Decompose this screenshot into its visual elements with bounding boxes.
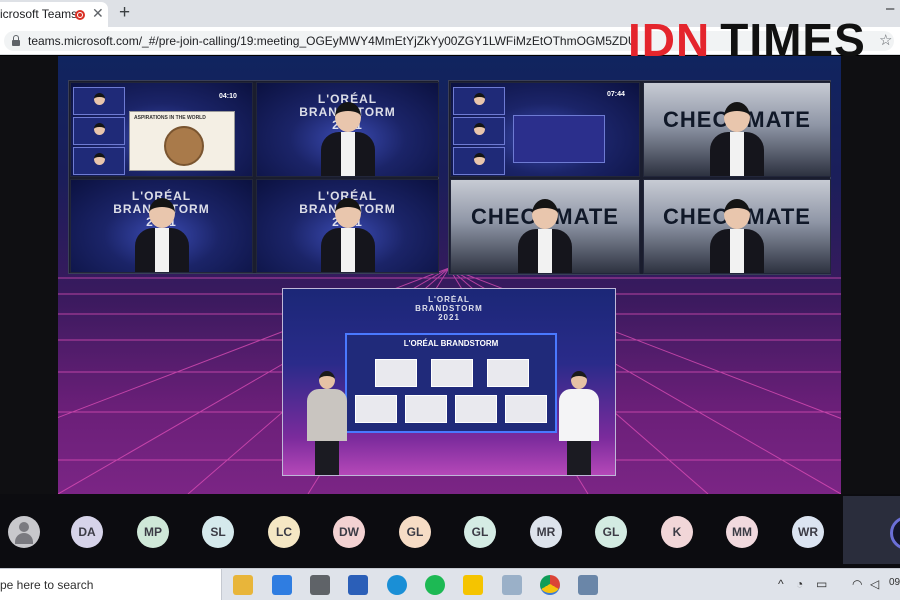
participant-avatar[interactable]: MP xyxy=(137,516,169,548)
anonymous-avatar-icon[interactable] xyxy=(8,516,40,548)
participant-avatar[interactable]: K xyxy=(661,516,693,548)
participant-person xyxy=(518,195,572,273)
countdown-timer: 07:44 xyxy=(607,91,625,98)
sticky-notes-icon[interactable] xyxy=(463,575,483,595)
file-explorer-icon[interactable] xyxy=(233,575,253,595)
tray-chevron-icon[interactable]: ^ xyxy=(778,577,784,591)
windows-taskbar: pe here to search ^ ◔ ▭ ◠ ◁ 09 xyxy=(0,568,900,600)
participant-avatar[interactable]: SL xyxy=(202,516,234,548)
participant-person xyxy=(710,98,764,176)
participant-avatar[interactable]: DA xyxy=(71,516,103,548)
self-view-tile[interactable] xyxy=(843,496,900,564)
participant-avatar[interactable]: WR xyxy=(792,516,824,548)
slide-title: ASPIRATIONS IN THE WORLD xyxy=(134,115,206,121)
participant-person xyxy=(134,194,189,272)
participant-avatar[interactable]: GL xyxy=(464,516,496,548)
taskbar-search-box[interactable]: pe here to search xyxy=(0,569,222,600)
participant-avatar[interactable]: MR xyxy=(530,516,562,548)
screen-brand-text: L'ORÉAL BRANDSTORM xyxy=(403,339,499,348)
presentation-slide: ASPIRATIONS IN THE WORLD xyxy=(129,111,235,171)
tab-title: icrosoft Teams xyxy=(0,7,78,21)
meeting-stage: ASPIRATIONS IN THE WORLD 04:10 L'ORÉALBR… xyxy=(0,56,900,494)
search-placeholder: pe here to search xyxy=(0,578,94,592)
participant-avatar[interactable]: DW xyxy=(333,516,365,548)
female-host xyxy=(559,371,599,475)
thumbnail-participant xyxy=(453,147,505,175)
team-photo xyxy=(505,395,547,423)
participant-avatar[interactable]: MM xyxy=(726,516,758,548)
lark-icon[interactable] xyxy=(272,575,292,595)
spotify-icon[interactable] xyxy=(425,575,445,595)
participant-avatar[interactable]: LC xyxy=(268,516,300,548)
participant-video-tile: CHECKMATE xyxy=(450,179,640,274)
edge-icon[interactable] xyxy=(387,575,407,595)
paint-icon[interactable] xyxy=(502,575,522,595)
participant-video-tile: L'ORÉALBRANDSTORM2021 xyxy=(70,179,253,273)
finalists-screen: L'ORÉAL BRANDSTORM xyxy=(345,333,557,433)
url-text[interactable]: teams.microsoft.com/_#/pre-join-calling/… xyxy=(28,34,636,48)
self-avatar-icon xyxy=(890,516,900,550)
team-photo xyxy=(405,395,447,423)
tray-battery-icon[interactable]: ▭ xyxy=(816,577,827,591)
presentation-tile: ASPIRATIONS IN THE WORLD 04:10 xyxy=(70,82,253,177)
clock-text[interactable]: 09 xyxy=(889,577,900,588)
participant-person xyxy=(710,195,764,273)
host-video-feed: L'ORÉAL BRANDSTORM 2021 L'ORÉAL BRANDSTORM xyxy=(282,288,616,476)
team-panel-right: 07:44 CHECKMATE CHECKMATE CHECKMATE xyxy=(448,80,831,275)
thumbnail-participant xyxy=(453,117,505,145)
team-panel-left: ASPIRATIONS IN THE WORLD 04:10 L'ORÉALBR… xyxy=(68,80,439,274)
new-tab-button[interactable]: + xyxy=(119,2,130,24)
participant-video-tile: CHECKMATE xyxy=(643,82,831,177)
thumbnail-participant xyxy=(73,117,125,145)
participant-person xyxy=(320,194,375,272)
participant-avatar[interactable]: GL xyxy=(399,516,431,548)
team-photo xyxy=(455,395,497,423)
brandstorm-backdrop-text: L'ORÉALBRANDSTORM2021 xyxy=(415,295,483,322)
word-icon[interactable] xyxy=(348,575,368,595)
lock-icon[interactable] xyxy=(12,35,20,46)
male-host xyxy=(307,371,347,475)
tray-wifi-icon[interactable]: ◠ xyxy=(852,577,862,591)
tab-close-icon[interactable]: ✕ xyxy=(92,5,104,22)
participant-person xyxy=(320,98,375,176)
participant-video-tile: L'ORÉALBRANDSTORM2021 xyxy=(256,179,439,273)
participant-avatar[interactable]: GL xyxy=(595,516,627,548)
team-photo xyxy=(487,359,529,387)
globe-image xyxy=(164,126,204,166)
team-photo xyxy=(355,395,397,423)
teams-tab[interactable]: icrosoft Teams ✕ xyxy=(0,2,108,27)
team-photo xyxy=(375,359,417,387)
participant-video-tile: L'ORÉALBRANDSTORM2021 xyxy=(256,82,439,177)
team-photo xyxy=(431,359,473,387)
store-icon[interactable] xyxy=(310,575,330,595)
tray-volume-icon[interactable]: ◁ xyxy=(870,577,879,591)
presentation-tile: 07:44 xyxy=(450,82,640,177)
thumbnail-participant xyxy=(73,87,125,115)
minimize-window-icon[interactable]: – xyxy=(886,0,894,17)
teams-file-icon[interactable] xyxy=(578,575,598,595)
tray-network-icon[interactable]: ◔ xyxy=(796,577,803,591)
participant-video-tile: CHECKMATE xyxy=(643,179,831,274)
stage-thumbnail xyxy=(513,115,605,163)
shared-video-feed: ASPIRATIONS IN THE WORLD 04:10 L'ORÉALBR… xyxy=(58,56,841,494)
recording-icon xyxy=(75,10,85,20)
countdown-timer: 04:10 xyxy=(219,93,237,100)
participant-bar: DA MP SL LC DW GL GL MR GL K MM WR xyxy=(0,494,900,568)
chrome-icon[interactable] xyxy=(540,575,560,595)
thumbnail-participant xyxy=(73,147,125,175)
thumbnail-participant xyxy=(453,87,505,115)
bookmark-star-icon[interactable]: ☆ xyxy=(879,31,892,49)
screenshot-root: icrosoft Teams ✕ + – teams.microsoft.com… xyxy=(0,0,900,600)
